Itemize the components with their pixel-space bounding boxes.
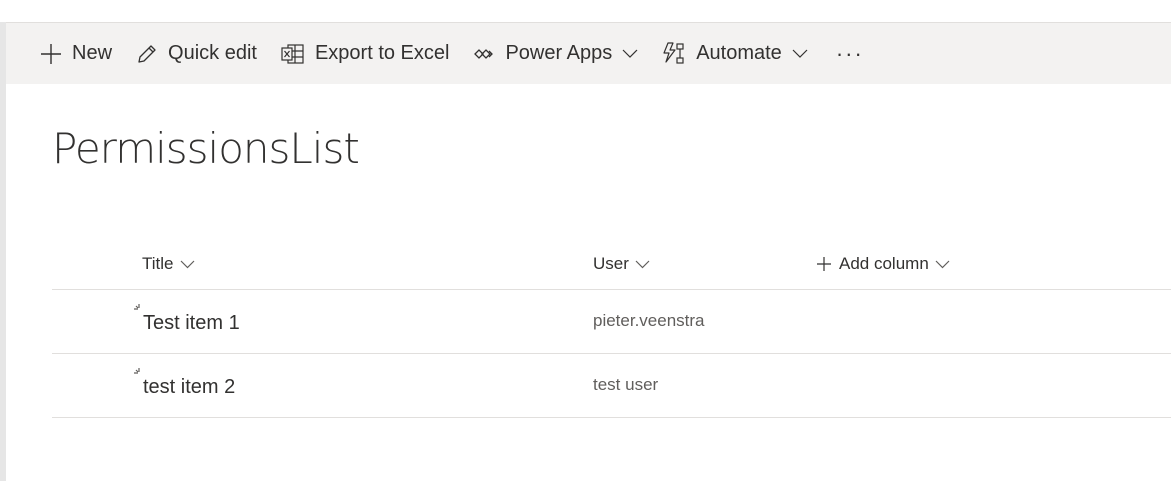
more-icon: ··· — [835, 40, 864, 66]
column-title-label: Title — [142, 254, 174, 273]
column-header-user[interactable]: User — [593, 254, 650, 274]
more-options-button[interactable]: ··· — [820, 23, 880, 84]
quick-edit-button[interactable]: Quick edit — [124, 23, 269, 84]
table-row[interactable]: test item 2 test user — [52, 354, 1171, 418]
chevron-down-icon — [635, 260, 650, 269]
automate-icon — [662, 41, 686, 66]
command-bar: New Quick edit Export to Excel Power App… — [6, 22, 1171, 84]
power-apps-icon — [473, 43, 495, 65]
row-title-link[interactable]: Test item 1 — [143, 312, 240, 335]
new-button[interactable]: New — [6, 23, 124, 84]
chevron-down-icon — [935, 260, 950, 269]
excel-icon — [281, 43, 305, 65]
row-title-link[interactable]: test item 2 — [143, 376, 235, 399]
row-user-value[interactable]: test user — [593, 375, 658, 395]
export-to-excel-button[interactable]: Export to Excel — [269, 23, 462, 84]
new-label: New — [72, 42, 113, 64]
power-apps-label: Power Apps — [505, 42, 613, 64]
quick-edit-label: Quick edit — [168, 42, 257, 64]
pencil-icon — [136, 43, 158, 65]
chevron-down-icon — [622, 49, 638, 59]
add-column-button[interactable]: Add column — [817, 254, 950, 274]
add-column-label: Add column — [839, 254, 929, 273]
chevron-down-icon — [180, 260, 195, 269]
plus-icon — [817, 257, 831, 271]
list-header: Title User Add column — [52, 238, 1171, 290]
plus-icon — [40, 43, 62, 65]
chevron-down-icon — [792, 49, 808, 59]
column-user-label: User — [593, 254, 629, 273]
column-header-title[interactable]: Title — [142, 254, 195, 274]
automate-label: Automate — [696, 42, 782, 64]
list-grid: Title User Add column Test item 1 pieter… — [52, 238, 1171, 418]
export-label: Export to Excel — [314, 42, 450, 64]
sharepoint-list-view: New Quick edit Export to Excel Power App… — [0, 0, 1171, 481]
automate-button[interactable]: Automate — [650, 23, 820, 84]
left-edge-divider — [0, 22, 6, 481]
page-title: PermissionsList — [52, 124, 360, 173]
row-user-value[interactable]: pieter.veenstra — [593, 311, 705, 331]
power-apps-button[interactable]: Power Apps — [461, 23, 650, 84]
table-row[interactable]: Test item 1 pieter.veenstra — [52, 290, 1171, 354]
